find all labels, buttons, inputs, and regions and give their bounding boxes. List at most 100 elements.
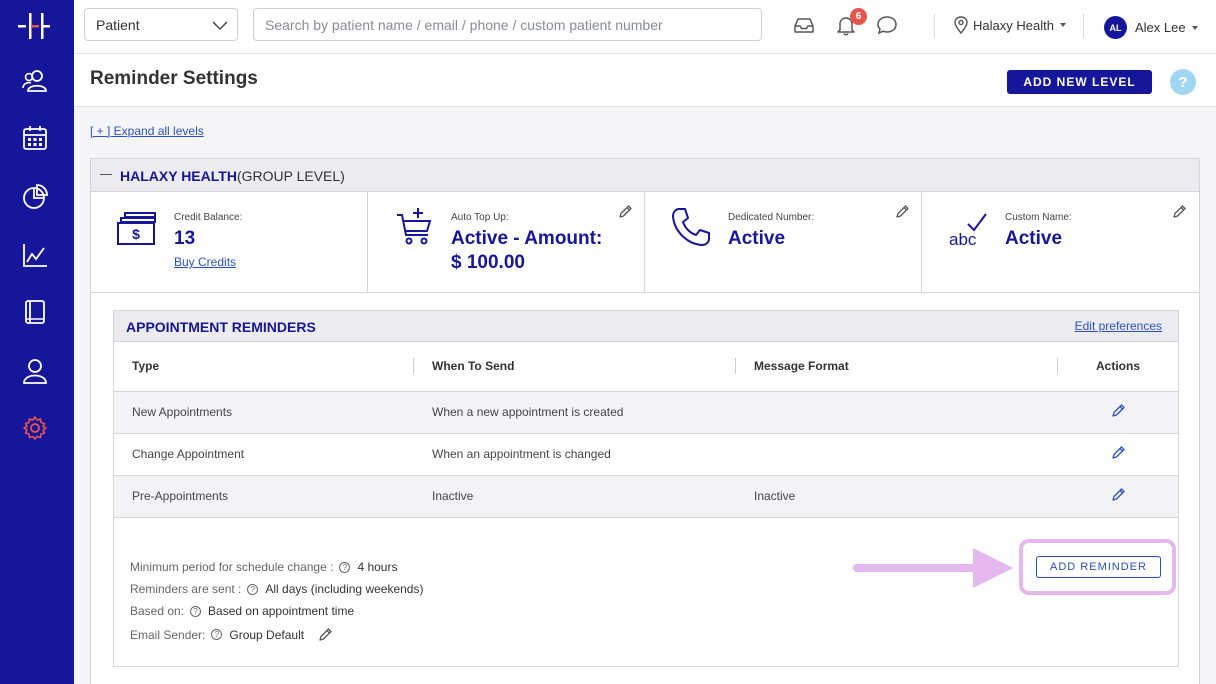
phone-icon <box>672 208 710 246</box>
row-actions <box>1058 475 1178 518</box>
column-header-format: Message Format <box>736 342 1058 392</box>
book-icon <box>25 300 45 324</box>
organization-selector[interactable]: Halaxy Health <box>954 16 1066 34</box>
group-name: HALAXY HEALTH <box>120 168 237 184</box>
auto-top-up-card: Auto Top Up: Active - Amount: $ 100.00 <box>368 192 645 293</box>
sidebar-item-profile[interactable] <box>20 356 50 386</box>
sidebar-item-reports[interactable] <box>20 182 50 212</box>
top-bar: Patient 6 Halaxy Health AL Alex Lee <box>74 0 1216 54</box>
add-reminder-button[interactable]: ADD REMINDER <box>1036 556 1161 578</box>
page-title: Reminder Settings <box>90 68 258 89</box>
credit-balance-card: $ Credit Balance: 13 Buy Credits <box>91 192 368 293</box>
row-actions <box>1058 433 1178 476</box>
reminders-table: Type When To Send Message Format Actions… <box>114 342 1178 518</box>
avatar: AL <box>1104 16 1127 39</box>
sidebar-item-settings[interactable] <box>20 413 50 443</box>
money-icon: $ <box>117 212 156 245</box>
setting-email-sender: Email Sender: ? Group Default <box>130 627 333 642</box>
divider <box>934 14 935 38</box>
search-input[interactable] <box>253 8 762 41</box>
group-level-label: (GROUP LEVEL) <box>236 168 345 184</box>
setting-reminders-sent: Reminders are sent : ? All days (includi… <box>130 582 423 596</box>
edit-pencil-icon[interactable] <box>318 627 333 642</box>
setting-label: Based on: <box>130 604 185 618</box>
patients-icon <box>22 70 47 92</box>
help-circle-icon[interactable]: ? <box>211 629 223 640</box>
help-circle-icon[interactable]: ? <box>339 561 351 573</box>
help-icon[interactable]: ? <box>1170 69 1196 95</box>
credit-balance-label: Credit Balance: <box>174 212 243 223</box>
sidebar-item-book[interactable] <box>20 297 50 327</box>
reminder-when: Inactive <box>414 475 736 518</box>
sms-cards: $ Credit Balance: 13 Buy Credits Auto To… <box>91 192 1199 293</box>
page-header: Reminder Settings ADD NEW LEVEL ? <box>74 54 1216 107</box>
appointment-reminders-header: APPOINTMENT REMINDERS Edit preferences <box>114 311 1178 342</box>
setting-value: Group Default <box>229 627 305 642</box>
sidebar-item-analytics[interactable] <box>20 240 50 270</box>
table-row: Pre-Appointments Inactive Inactive <box>114 475 1178 518</box>
help-circle-icon[interactable]: ? <box>190 605 202 617</box>
edit-pencil-icon[interactable] <box>1111 403 1126 418</box>
user-menu[interactable]: AL Alex Lee <box>1104 16 1198 39</box>
divider <box>1083 14 1084 38</box>
help-circle-icon[interactable]: ? <box>247 583 259 595</box>
user-name: Alex Lee <box>1135 20 1186 35</box>
custom-name-value: Active <box>1005 228 1063 249</box>
organization-name: Halaxy Health <box>973 17 1054 33</box>
column-header-type: Type <box>114 342 414 392</box>
reminder-type: Pre-Appointments <box>114 475 414 518</box>
sidebar <box>0 0 74 684</box>
auto-top-up-amount: $ 100.00 <box>451 252 525 273</box>
custom-name-label: Custom Name: <box>1005 212 1072 223</box>
setting-label: Reminders are sent : <box>130 582 242 596</box>
group-title: HALAXY HEALTH(GROUP LEVEL) <box>120 168 345 184</box>
sidebar-item-calendar[interactable] <box>20 123 50 153</box>
edit-preferences-link[interactable]: Edit preferences <box>1075 319 1162 333</box>
svg-text:abc: abc <box>949 230 977 248</box>
collapse-icon[interactable] <box>100 174 112 175</box>
notification-badge: 6 <box>850 8 867 25</box>
setting-min-period: Minimum period for schedule change : ? 4… <box>130 560 397 574</box>
calendar-icon <box>23 126 47 150</box>
location-pin-icon <box>954 16 968 34</box>
settings-gear-icon <box>23 416 47 440</box>
reminder-when: When a new appointment is created <box>414 391 736 434</box>
setting-label: Email Sender: <box>130 627 206 642</box>
inbox-icon[interactable] <box>793 14 815 36</box>
sidebar-item-patients[interactable] <box>20 66 50 96</box>
reminder-type: Change Appointment <box>114 433 414 476</box>
edit-pencil-icon[interactable] <box>618 204 633 219</box>
reminder-format <box>736 391 1058 434</box>
reminder-format <box>736 433 1058 476</box>
reminder-format: Inactive <box>736 475 1058 518</box>
group-level-panel: HALAXY HEALTH(GROUP LEVEL) $ Credit Bala… <box>90 158 1200 684</box>
user-icon <box>23 359 47 384</box>
search-type-value: Patient <box>96 17 140 33</box>
add-new-level-button[interactable]: ADD NEW LEVEL <box>1007 70 1152 94</box>
setting-value: All days (including weekends) <box>265 582 424 596</box>
halaxy-logo-icon[interactable] <box>16 10 52 42</box>
dedicated-number-card: Dedicated Number: Active <box>645 192 922 293</box>
edit-pencil-icon[interactable] <box>895 204 910 219</box>
buy-credits-link[interactable]: Buy Credits <box>174 255 236 269</box>
reports-pie-icon <box>23 184 48 209</box>
edit-pencil-icon[interactable] <box>1111 487 1126 502</box>
row-actions <box>1058 391 1178 434</box>
credit-balance-value: 13 <box>174 228 196 249</box>
column-header-actions: Actions <box>1058 342 1178 392</box>
appointment-reminders-panel: APPOINTMENT REMINDERS Edit preferences T… <box>113 310 1179 667</box>
search-type-select[interactable]: Patient <box>84 8 238 41</box>
reminder-type: New Appointments <box>114 391 414 434</box>
chat-icon[interactable] <box>876 14 898 36</box>
chevron-down-icon <box>212 21 228 31</box>
auto-top-up-label: Auto Top Up: <box>451 212 509 223</box>
expand-all-levels-link[interactable]: [ + ] Expand all levels <box>90 124 204 138</box>
edit-pencil-icon[interactable] <box>1172 204 1187 219</box>
setting-value: 4 hours <box>357 560 398 574</box>
auto-top-up-status: Active - Amount: <box>451 228 603 249</box>
spell-check-icon: abc <box>949 213 987 248</box>
custom-name-card: abc Custom Name: Active <box>922 192 1200 293</box>
table-row: Change Appointment When an appointment i… <box>114 433 1178 476</box>
edit-pencil-icon[interactable] <box>1111 445 1126 460</box>
group-header: HALAXY HEALTH(GROUP LEVEL) <box>91 159 1199 192</box>
